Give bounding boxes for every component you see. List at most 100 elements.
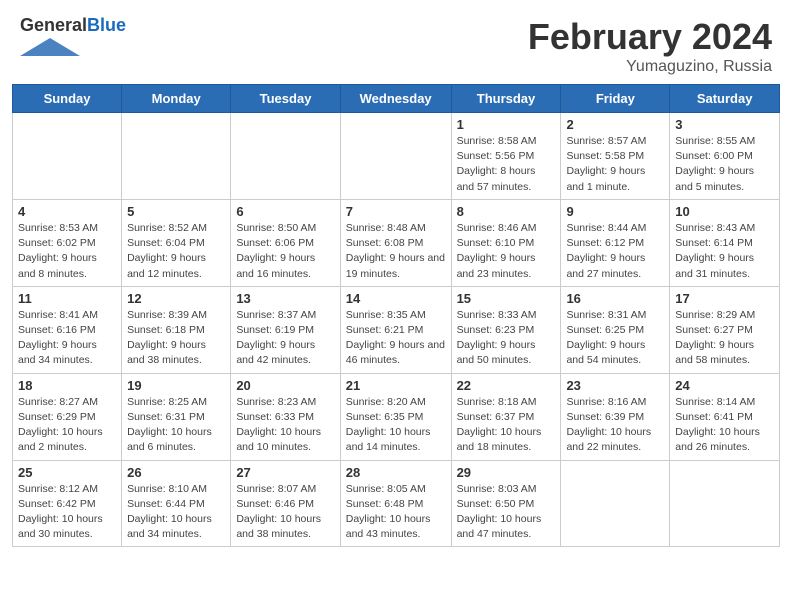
day-number: 11 — [18, 291, 116, 306]
calendar-cell: 13 Sunrise: 8:37 AM Sunset: 6:19 PM Dayli… — [231, 286, 340, 373]
calendar-cell — [340, 113, 451, 200]
calendar-cell: 7 Sunrise: 8:48 AM Sunset: 6:08 PM Daylig… — [340, 199, 451, 286]
header-wednesday: Wednesday — [340, 85, 451, 113]
calendar-cell — [231, 113, 340, 200]
calendar-body: 1 Sunrise: 8:58 AM Sunset: 5:56 PM Daylig… — [13, 113, 780, 547]
calendar-cell: 14 Sunrise: 8:35 AM Sunset: 6:21 PM Dayli… — [340, 286, 451, 373]
calendar-week-3: 11 Sunrise: 8:41 AM Sunset: 6:16 PM Dayli… — [13, 286, 780, 373]
day-info: Sunrise: 8:41 AM Sunset: 6:16 PM Dayligh… — [18, 308, 116, 369]
day-number: 16 — [566, 291, 664, 306]
day-info: Sunrise: 8:31 AM Sunset: 6:25 PM Dayligh… — [566, 308, 664, 369]
day-number: 13 — [236, 291, 334, 306]
day-number: 8 — [457, 204, 556, 219]
day-number: 1 — [457, 117, 556, 132]
calendar-cell: 20Sunrise: 8:23 AM Sunset: 6:33 PM Dayli… — [231, 373, 340, 460]
calendar-cell: 22 Sunrise: 8:18 AM Sunset: 6:37 PM Dayli… — [451, 373, 561, 460]
header-monday: Monday — [122, 85, 231, 113]
day-info: Sunrise: 8:18 AM Sunset: 6:37 PM Dayligh… — [457, 395, 556, 456]
day-info: Sunrise: 8:35 AM Sunset: 6:21 PM Dayligh… — [346, 308, 446, 369]
location: Yumaguzino, Russia — [528, 58, 772, 76]
calendar-cell — [122, 113, 231, 200]
calendar-cell: 16 Sunrise: 8:31 AM Sunset: 6:25 PM Dayli… — [561, 286, 670, 373]
day-number: 9 — [566, 204, 664, 219]
header-saturday: Saturday — [670, 85, 780, 113]
day-number: 21 — [346, 378, 446, 393]
title-block: February 2024 Yumaguzino, Russia — [528, 16, 772, 76]
day-info: Sunrise: 8:05 AM Sunset: 6:48 PM Dayligh… — [346, 482, 446, 543]
day-info: Sunrise: 8:37 AM Sunset: 6:19 PM Dayligh… — [236, 308, 334, 369]
page-header: GeneralBlue February 2024 Yumaguzino, Ru… — [0, 0, 792, 84]
calendar-week-1: 1 Sunrise: 8:58 AM Sunset: 5:56 PM Daylig… — [13, 113, 780, 200]
logo-general-text: General — [20, 15, 87, 35]
calendar-cell: 12 Sunrise: 8:39 AM Sunset: 6:18 PM Dayli… — [122, 286, 231, 373]
day-info: Sunrise: 8:03 AM Sunset: 6:50 PM Dayligh… — [457, 482, 556, 543]
day-info: Sunrise: 8:57 AM Sunset: 5:58 PM Dayligh… — [566, 134, 664, 195]
calendar-cell: 25Sunrise: 8:12 AM Sunset: 6:42 PM Dayli… — [13, 460, 122, 547]
day-info: Sunrise: 8:27 AM Sunset: 6:29 PM Dayligh… — [18, 395, 116, 456]
day-number: 22 — [457, 378, 556, 393]
calendar-cell: 1 Sunrise: 8:58 AM Sunset: 5:56 PM Daylig… — [451, 113, 561, 200]
day-info: Sunrise: 8:07 AM Sunset: 6:46 PM Dayligh… — [236, 482, 334, 543]
day-number: 19 — [127, 378, 225, 393]
calendar-cell: 23Sunrise: 8:16 AM Sunset: 6:39 PM Dayli… — [561, 373, 670, 460]
day-info: Sunrise: 8:12 AM Sunset: 6:42 PM Dayligh… — [18, 482, 116, 543]
day-number: 14 — [346, 291, 446, 306]
day-info: Sunrise: 8:50 AM Sunset: 6:06 PM Dayligh… — [236, 221, 334, 282]
day-number: 18 — [18, 378, 116, 393]
day-info: Sunrise: 8:25 AM Sunset: 6:31 PM Dayligh… — [127, 395, 225, 456]
day-info: Sunrise: 8:20 AM Sunset: 6:35 PM Dayligh… — [346, 395, 446, 456]
calendar-week-5: 25Sunrise: 8:12 AM Sunset: 6:42 PM Dayli… — [13, 460, 780, 547]
logo-icon — [20, 38, 80, 56]
day-info: Sunrise: 8:58 AM Sunset: 5:56 PM Dayligh… — [457, 134, 556, 195]
day-info: Sunrise: 8:29 AM Sunset: 6:27 PM Dayligh… — [675, 308, 774, 369]
day-number: 24 — [675, 378, 774, 393]
header-thursday: Thursday — [451, 85, 561, 113]
calendar-cell: 8 Sunrise: 8:46 AM Sunset: 6:10 PM Daylig… — [451, 199, 561, 286]
calendar-cell: 27 Sunrise: 8:07 AM Sunset: 6:46 PM Dayli… — [231, 460, 340, 547]
day-info: Sunrise: 8:44 AM Sunset: 6:12 PM Dayligh… — [566, 221, 664, 282]
day-number: 4 — [18, 204, 116, 219]
calendar-cell: 18 Sunrise: 8:27 AM Sunset: 6:29 PM Dayli… — [13, 373, 122, 460]
day-info: Sunrise: 8:52 AM Sunset: 6:04 PM Dayligh… — [127, 221, 225, 282]
calendar-cell — [670, 460, 780, 547]
day-number: 12 — [127, 291, 225, 306]
calendar-wrapper: Sunday Monday Tuesday Wednesday Thursday… — [0, 84, 792, 559]
day-number: 28 — [346, 465, 446, 480]
day-info: Sunrise: 8:10 AM Sunset: 6:44 PM Dayligh… — [127, 482, 225, 543]
day-info: Sunrise: 8:55 AM Sunset: 6:00 PM Dayligh… — [675, 134, 774, 195]
day-number: 20 — [236, 378, 334, 393]
calendar-cell: 15 Sunrise: 8:33 AM Sunset: 6:23 PM Dayli… — [451, 286, 561, 373]
day-number: 27 — [236, 465, 334, 480]
day-number: 7 — [346, 204, 446, 219]
calendar-table: Sunday Monday Tuesday Wednesday Thursday… — [12, 84, 780, 547]
calendar-cell — [561, 460, 670, 547]
day-number: 6 — [236, 204, 334, 219]
calendar-cell: 9 Sunrise: 8:44 AM Sunset: 6:12 PM Daylig… — [561, 199, 670, 286]
calendar-cell: 17Sunrise: 8:29 AM Sunset: 6:27 PM Dayli… — [670, 286, 780, 373]
day-number: 23 — [566, 378, 664, 393]
calendar-cell: 10Sunrise: 8:43 AM Sunset: 6:14 PM Dayli… — [670, 199, 780, 286]
day-info: Sunrise: 8:48 AM Sunset: 6:08 PM Dayligh… — [346, 221, 446, 282]
header-tuesday: Tuesday — [231, 85, 340, 113]
calendar-cell: 11 Sunrise: 8:41 AM Sunset: 6:16 PM Dayli… — [13, 286, 122, 373]
calendar-cell: 28 Sunrise: 8:05 AM Sunset: 6:48 PM Dayli… — [340, 460, 451, 547]
calendar-cell: 6 Sunrise: 8:50 AM Sunset: 6:06 PM Daylig… — [231, 199, 340, 286]
day-info: Sunrise: 8:43 AM Sunset: 6:14 PM Dayligh… — [675, 221, 774, 282]
day-info: Sunrise: 8:39 AM Sunset: 6:18 PM Dayligh… — [127, 308, 225, 369]
calendar-header: Sunday Monday Tuesday Wednesday Thursday… — [13, 85, 780, 113]
calendar-cell: 26 Sunrise: 8:10 AM Sunset: 6:44 PM Dayli… — [122, 460, 231, 547]
calendar-week-4: 18 Sunrise: 8:27 AM Sunset: 6:29 PM Dayli… — [13, 373, 780, 460]
day-info: Sunrise: 8:46 AM Sunset: 6:10 PM Dayligh… — [457, 221, 556, 282]
day-number: 15 — [457, 291, 556, 306]
day-number: 26 — [127, 465, 225, 480]
calendar-cell: 21 Sunrise: 8:20 AM Sunset: 6:35 PM Dayli… — [340, 373, 451, 460]
day-number: 29 — [457, 465, 556, 480]
header-friday: Friday — [561, 85, 670, 113]
logo: GeneralBlue — [20, 16, 126, 61]
day-info: Sunrise: 8:33 AM Sunset: 6:23 PM Dayligh… — [457, 308, 556, 369]
calendar-cell: 5 Sunrise: 8:52 AM Sunset: 6:04 PM Daylig… — [122, 199, 231, 286]
header-sunday: Sunday — [13, 85, 122, 113]
day-number: 2 — [566, 117, 664, 132]
day-info: Sunrise: 8:14 AM Sunset: 6:41 PM Dayligh… — [675, 395, 774, 456]
day-number: 5 — [127, 204, 225, 219]
